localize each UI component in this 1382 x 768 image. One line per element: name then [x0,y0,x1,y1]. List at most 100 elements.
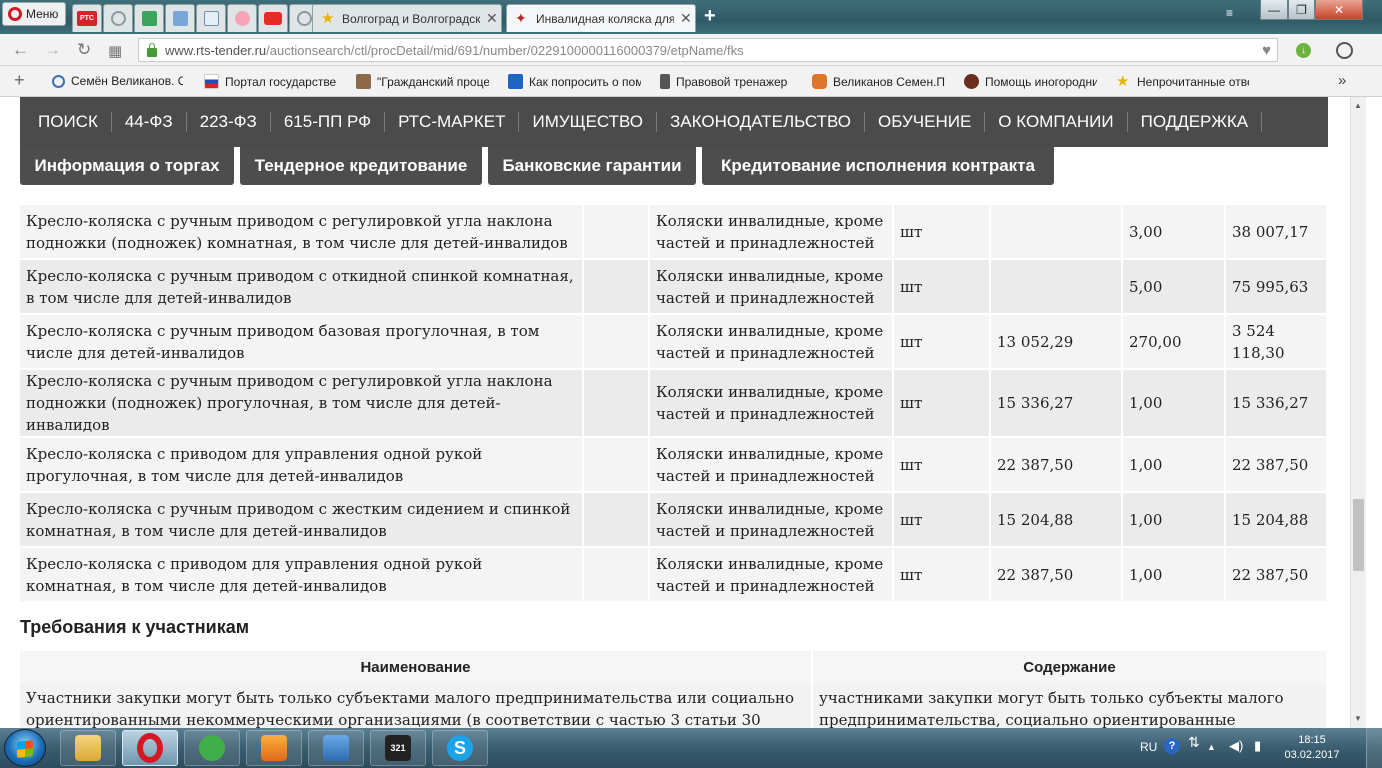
lots-table: Кресло-коляска с ручным приводом с регул… [20,205,1328,603]
pinned-tab-youtube[interactable] [258,4,288,32]
more-bookmarks-icon[interactable]: » [1338,72,1346,89]
rts-logo-icon: РТС [77,11,97,26]
lot-unit-cell: шт [894,315,991,370]
maximize-button[interactable]: ❐ [1288,0,1315,20]
map-icon [141,11,157,26]
tab-volgograd[interactable]: ★ Волгоград и Волгоградск ✕ [312,4,502,32]
nav-item-rts-market[interactable]: РТС-МАРКЕТ [385,112,520,132]
nav-item-223fz[interactable]: 223-ФЗ [187,112,271,132]
opera-menu-button[interactable]: Меню [2,2,66,26]
back-arrow-icon[interactable]: ← [12,40,29,60]
forward-arrow-icon[interactable]: → [44,40,61,60]
subnav-tender-credit-button[interactable]: Тендерное кредитование [240,147,482,185]
url-domain: www.rts-tender.ru [165,42,267,58]
nav-item-legislation[interactable]: ЗАКОНОДАТЕЛЬСТВО [657,112,865,132]
bookmark-item[interactable]: "Гражданский проце [356,74,489,89]
lot-code-cell [584,260,650,315]
lot-okpd-cell: Коляски инвалидные, кроме частей и прина… [650,205,894,260]
pinned-tab-map[interactable] [134,4,164,32]
tab-title: Инвалидная коляска для [536,11,674,26]
lot-name-cell: Кресло-коляска с приводом для управления… [20,438,584,493]
opera-turbo-icon[interactable] [1336,42,1353,59]
lot-qty-cell: 1,00 [1123,438,1226,493]
lot-code-cell [584,548,650,603]
battery-icon[interactable]: ▮ [1254,738,1261,754]
scroll-up-icon[interactable]: ▲ [1354,101,1362,110]
show-desktop-button[interactable] [1366,728,1382,768]
taskbar-app-downloader[interactable] [308,730,364,766]
bookmark-label: Великанов Семен.По [833,74,945,89]
bookmark-item[interactable]: Семён Великанов. О [52,74,183,88]
subnav-contract-credit-button[interactable]: Кредитование исполнения контракта [702,147,1054,185]
folder-icon [75,735,101,761]
taskbar-app-video[interactable] [246,730,302,766]
table-row: Кресло-коляска с ручным приводом базовая… [20,315,1328,370]
media-321-icon: 321 [385,735,411,761]
taskbar-app-opera[interactable] [122,730,178,766]
pinned-tab-heart[interactable] [227,4,257,32]
add-bookmark-icon[interactable]: + [14,70,25,91]
new-tab-icon[interactable]: + [704,6,716,26]
close-icon[interactable]: ✕ [486,10,498,27]
nav-item-615pp[interactable]: 615-ПП РФ [271,112,386,132]
nav-item-search[interactable]: ПОИСК [20,112,112,132]
bookmark-label: Помощь иногородни [985,74,1097,89]
download-icon[interactable]: ↓ [1296,43,1311,58]
tab-title: Волгоград и Волгоградск [342,11,480,26]
page-scrollbar[interactable]: ▲ ▼ [1350,97,1366,728]
nav-item-support[interactable]: ПОДДЕРЖКА [1128,112,1263,132]
tab-menu-icon[interactable]: ≡ [1226,6,1233,20]
bookmark-item[interactable]: Помощь иногородни [964,74,1097,89]
network-status-icon[interactable]: ⇅ [1188,734,1200,751]
subnav-tender-info-button[interactable]: Информация о торгах [20,147,234,185]
subnav-bank-guarantees-button[interactable]: Банковские гарантии [488,147,696,185]
pinned-tab-rts[interactable]: РТС [72,4,102,32]
globe-icon [52,74,65,88]
table-row: Кресло-коляска с ручным приводом с жестк… [20,493,1328,548]
volume-icon[interactable]: ◀) [1229,738,1243,754]
scroll-down-icon[interactable]: ▼ [1354,714,1362,723]
address-toolbar: ← → ↻ ▦ www.rts-tender.ru/auctionsearch/… [0,34,1382,66]
nav-item-44fz[interactable]: 44-ФЗ [112,112,187,132]
taskbar-app-chat[interactable] [184,730,240,766]
tab-wheelchair[interactable]: ✦ Инвалидная коляска для ✕ [506,4,696,32]
close-window-button[interactable]: ✕ [1315,0,1363,20]
heart-icon [234,11,250,26]
bookmark-heart-icon[interactable]: ♥ [1262,42,1271,59]
help-icon[interactable]: ? [1164,738,1180,754]
requirements-table: Наименование Содержание Участники закупк… [20,651,1328,728]
nav-item-training[interactable]: ОБУЧЕНИЕ [865,112,986,132]
speed-dial-icon[interactable]: ▦ [108,42,122,60]
lot-okpd-cell: Коляски инвалидные, кроме частей и прина… [650,493,894,548]
chat-icon [812,74,827,89]
start-button[interactable] [4,729,46,767]
requirement-name-cell: Участники закупки могут быть только субъ… [20,683,813,728]
nav-item-about[interactable]: О КОМПАНИИ [985,112,1128,132]
keyboard-language[interactable]: RU [1140,740,1157,754]
pinned-tab-person[interactable] [196,4,226,32]
reload-icon[interactable]: ↻ [77,40,91,60]
lot-price-cell: 13 052,29 [991,315,1123,370]
taskbar-app-media[interactable]: 321 [370,730,426,766]
ladybug-icon [964,74,979,89]
minimize-button[interactable]: — [1260,0,1288,20]
scrollbar-thumb[interactable] [1353,499,1364,571]
taskbar-app-skype[interactable]: S [432,730,488,766]
show-hidden-icons-icon[interactable]: ▲ [1207,742,1216,752]
system-clock[interactable]: 18:15 03.02.2017 [1284,733,1340,763]
url-field[interactable]: www.rts-tender.ru/auctionsearch/ctl/proc… [138,38,1278,62]
bookmark-item[interactable]: Портал государствен [204,74,337,89]
nav-item-property[interactable]: ИМУЩЕСТВО [519,112,658,132]
taskbar-app-explorer[interactable] [60,730,116,766]
pinned-tab-loading[interactable] [103,4,133,32]
close-icon[interactable]: ✕ [680,10,692,27]
bookmark-item[interactable]: Правовой тренажер [660,74,788,89]
bookmark-item[interactable]: Великанов Семен.По [812,74,945,89]
lock-icon [147,42,157,57]
lot-price-cell: 22 387,50 [991,548,1123,603]
pinned-tab-site[interactable] [165,4,195,32]
bookmark-item[interactable]: Как попросить о пом [508,74,641,89]
bookmark-label: Непрочитанные отве [1137,74,1249,89]
bookmark-item[interactable]: ★ Непрочитанные отве [1116,74,1249,89]
requirements-header-row: Наименование Содержание [20,651,1328,683]
